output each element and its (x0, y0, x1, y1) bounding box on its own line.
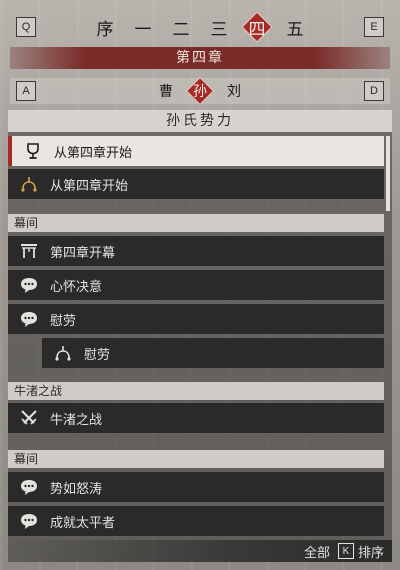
sort-label: 排序 (357, 545, 384, 561)
faction-tab-cao[interactable]: 曹 (153, 78, 179, 104)
prev-faction-key[interactable]: A (16, 81, 36, 101)
chapter-tab-prologue[interactable]: 序 (91, 13, 119, 41)
list-item-reward[interactable]: 慰劳 (8, 304, 384, 334)
next-faction-key[interactable]: D (364, 81, 384, 101)
list-item-label: 心怀决意 (50, 279, 103, 295)
faction-nav: A 曹 孙 刘 D (10, 78, 390, 104)
chapter-tab-2[interactable]: 二 (167, 13, 195, 41)
list-item-raging-tide[interactable]: 势如怒涛 (8, 472, 384, 502)
list-item-label: 从第四章开始 (54, 145, 133, 161)
list-item-label: 从第四章开始 (50, 178, 129, 194)
trophy-icon (20, 138, 46, 164)
chapter-tab-1[interactable]: 一 (129, 13, 157, 41)
faction-tabs: 曹 孙 刘 (153, 78, 247, 104)
dialogue-icon (16, 272, 42, 298)
list-scrollbar[interactable] (386, 136, 390, 211)
branch-icon (50, 340, 76, 366)
list-item-label: 势如怒涛 (50, 481, 103, 497)
chapter-tab-3[interactable]: 三 (205, 13, 233, 41)
list-item-label: 牛渚之战 (50, 412, 103, 428)
section-header-interlude: 幕间 (8, 214, 384, 232)
sort-control[interactable]: K 排序 (337, 542, 384, 561)
faction-tab-sun[interactable]: 孙 (187, 78, 213, 104)
chapter-nav: Q 序 一 二 三 四 五 E (10, 10, 390, 44)
faction-tab-liu[interactable]: 刘 (221, 78, 247, 104)
dialogue-icon (16, 306, 42, 332)
list-item-bring-peace[interactable]: 成就太平者 (8, 506, 384, 536)
list-item-label: 成就太平者 (50, 515, 116, 531)
dialogue-icon (16, 508, 42, 534)
chapter-tabs: 序 一 二 三 四 五 (91, 13, 309, 41)
list-item-label: 第四章开幕 (50, 245, 116, 261)
list-footer: 全部 K 排序 (8, 540, 392, 562)
chapter-tab-5[interactable]: 五 (281, 13, 309, 41)
story-list-panel: 孙氏势力 从第四章开始 从第四章开始 幕间 第四章开幕 心怀决意 慰劳 慰劳 牛… (8, 110, 392, 562)
list-item-battle-niuzhu[interactable]: 牛渚之战 (8, 403, 384, 433)
list-item-chapter-opening[interactable]: 第四章开幕 (8, 236, 384, 266)
section-header-battle: 牛渚之战 (8, 382, 384, 400)
list-item-determination[interactable]: 心怀决意 (8, 270, 384, 300)
list-item-reward-branch[interactable]: 慰劳 (42, 338, 384, 368)
chapter-title: 第四章 (10, 47, 390, 69)
list-item-start-chapter[interactable]: 从第四章开始 (8, 136, 384, 166)
list-item-start-chapter-branch[interactable]: 从第四章开始 (8, 169, 384, 199)
gate-icon (16, 238, 42, 264)
panel-title: 孙氏势力 (8, 110, 392, 132)
sort-key-hint: K (337, 543, 354, 559)
branch-icon (16, 171, 42, 197)
prev-chapter-key[interactable]: Q (16, 17, 36, 37)
list-item-label: 慰劳 (84, 347, 111, 363)
crossed-swords-icon (16, 405, 42, 431)
next-chapter-key[interactable]: E (364, 17, 384, 37)
section-header-interlude-2: 幕间 (8, 450, 384, 468)
dialogue-icon (16, 474, 42, 500)
filter-all-button[interactable]: 全部 (304, 542, 330, 561)
list-item-label: 慰劳 (50, 313, 77, 329)
chapter-tab-4[interactable]: 四 (243, 13, 271, 41)
